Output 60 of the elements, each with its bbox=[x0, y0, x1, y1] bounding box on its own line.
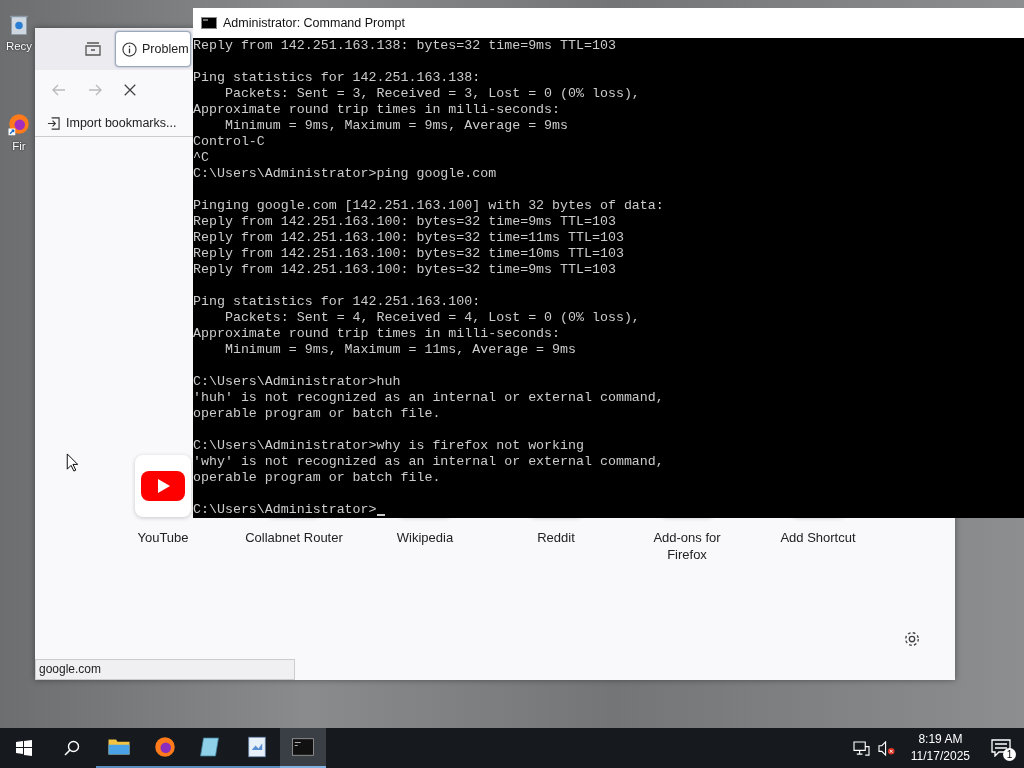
picture-icon bbox=[245, 735, 269, 759]
network-icon[interactable] bbox=[852, 740, 870, 756]
console-line: Approximate round trip times in milli-seconds: bbox=[193, 102, 561, 118]
browser-icon bbox=[153, 735, 177, 759]
start-icon[interactable] bbox=[16, 740, 32, 756]
console-line: C:\Users\Administrator>huh bbox=[193, 374, 401, 390]
console-line: Reply from 142.251.163.100: bytes=32 time=10ms TTL=103 bbox=[193, 246, 624, 262]
shortcut-label[interactable]: Add-ons for Firefox bbox=[632, 529, 742, 563]
notifications-button[interactable]: 1 bbox=[986, 728, 1016, 768]
console-line: Ping statistics for 142.251.163.100: bbox=[193, 294, 481, 310]
console-line: Reply from 142.251.163.100: bytes=32 time=9ms TTL=103 bbox=[193, 262, 616, 278]
clock-date[interactable]: 11/17/2025 bbox=[910, 748, 970, 765]
console-icon bbox=[291, 735, 315, 759]
console-line: Control-C bbox=[193, 134, 265, 150]
notification-count: 1 bbox=[1003, 748, 1016, 761]
shortcut-label[interactable]: Collabnet Router bbox=[245, 529, 343, 546]
console-line: Reply from 142.251.163.100: bytes=32 time=11ms TTL=103 bbox=[193, 230, 624, 246]
tab-list-icon[interactable] bbox=[85, 42, 101, 56]
browser-tab[interactable]: Problem bbox=[115, 31, 191, 67]
shortcut-label[interactable]: YouTube bbox=[137, 529, 189, 546]
console-line: Packets: Sent = 4, Received = 4, Lost = 0 (0% loss), bbox=[223, 310, 640, 326]
console-line: Minimum = 9ms, Maximum = 9ms, Average = 9ms bbox=[223, 118, 569, 134]
console-line: 'huh' is not recognized as an internal or external command, bbox=[193, 390, 664, 406]
import-bookmarks-button[interactable]: Import bookmarks... bbox=[47, 116, 177, 130]
console-line: operable program or batch file. bbox=[193, 470, 441, 486]
text-cursor bbox=[376, 514, 385, 516]
console-line: C:\Users\Administrator>why is firefox not working bbox=[193, 438, 584, 454]
window-title: Administrator: Command Prompt bbox=[223, 16, 405, 30]
console-line: Pinging google.com [142.251.163.100] with 32 bytes of data: bbox=[193, 198, 664, 214]
search-icon[interactable] bbox=[64, 740, 80, 756]
close-icon[interactable] bbox=[123, 83, 137, 97]
message-icon bbox=[991, 739, 1011, 757]
console-line: Packets: Sent = 3, Received = 3, Lost = 0 (0% loss), bbox=[223, 86, 640, 102]
console-line: 'why' is not recognized as an internal or external command, bbox=[193, 454, 664, 470]
volume-muted-icon[interactable] bbox=[877, 740, 895, 756]
info-icon bbox=[122, 41, 137, 57]
console-line: Minimum = 9ms, Maximum = 11ms, Average = 9ms bbox=[223, 342, 576, 358]
play-icon bbox=[141, 471, 185, 501]
shortcut-tile[interactable] bbox=[135, 455, 191, 517]
mouse-pointer-icon bbox=[66, 453, 78, 472]
browser-shortcut-icon[interactable] bbox=[7, 112, 31, 136]
console-line: C:\Users\Administrator> bbox=[193, 502, 377, 518]
console-line: Reply from 142.251.163.138: bytes=32 time=9ms TTL=103 bbox=[193, 38, 616, 54]
console-line: operable program or batch file. bbox=[193, 406, 441, 422]
console-line: ^C bbox=[193, 150, 209, 166]
console-line: C:\Users\Administrator>ping google.com bbox=[193, 166, 497, 182]
desktop-icon-label[interactable]: Recy bbox=[5, 40, 33, 52]
console-icon bbox=[201, 17, 217, 29]
console-line: Reply from 142.251.163.100: bytes=32 time=9ms TTL=103 bbox=[193, 214, 616, 230]
clock-time[interactable]: 8:19 AM bbox=[918, 731, 963, 748]
settings-icon[interactable] bbox=[903, 630, 921, 648]
console-line: Approximate round trip times in milli-seconds: bbox=[193, 326, 561, 342]
shortcut-label[interactable]: Add Shortcut bbox=[780, 529, 856, 546]
desktop-icon-label[interactable]: Fir bbox=[12, 140, 26, 152]
shortcut-label[interactable]: Wikipedia bbox=[396, 529, 454, 546]
taskbar-app-button[interactable] bbox=[280, 728, 326, 768]
shortcut-label[interactable]: Reddit bbox=[537, 529, 575, 546]
status-url: google.com bbox=[35, 659, 295, 680]
console-line: Ping statistics for 142.251.163.138: bbox=[193, 70, 481, 86]
import-icon bbox=[47, 116, 60, 130]
